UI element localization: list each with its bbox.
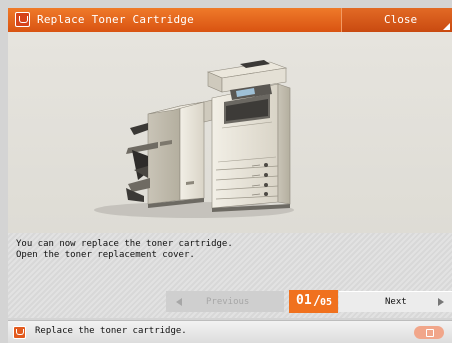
printer-illustration	[94, 60, 294, 218]
current-page-number: 01	[296, 293, 312, 308]
title-bar: Replace Toner Cartridge Close	[8, 8, 452, 32]
close-button[interactable]: Close	[341, 8, 452, 32]
status-monitor-button[interactable]	[414, 326, 444, 339]
next-button[interactable]: Next	[339, 291, 452, 312]
instruction-text-line-2: Open the toner replacement cover.	[16, 250, 195, 260]
printer-illustration-panel	[8, 32, 452, 233]
toner-warning-icon	[15, 12, 30, 27]
dialog-title: Replace Toner Cartridge	[37, 13, 194, 26]
previous-button-label: Previous	[206, 297, 250, 307]
next-button-label: Next	[385, 297, 407, 307]
page-indicator: 01 / 05	[289, 290, 338, 313]
toner-replacement-screen: Replace Toner Cartridge Close You can no…	[0, 0, 452, 343]
arrow-right-icon	[438, 298, 444, 306]
previous-button[interactable]: Previous	[166, 291, 284, 312]
corner-triangle-icon	[443, 23, 450, 30]
message-panel: You can now replace the toner cartridge.…	[8, 233, 452, 318]
arrow-left-icon	[176, 298, 182, 306]
status-message: Replace the toner cartridge.	[35, 326, 187, 336]
status-bar: Replace the toner cartridge.	[8, 320, 452, 343]
total-pages-number: 05	[320, 297, 333, 308]
toner-warning-icon[interactable]	[13, 326, 26, 339]
close-button-label: Close	[384, 13, 418, 26]
instruction-text-line-1: You can now replace the toner cartridge.	[16, 239, 233, 249]
